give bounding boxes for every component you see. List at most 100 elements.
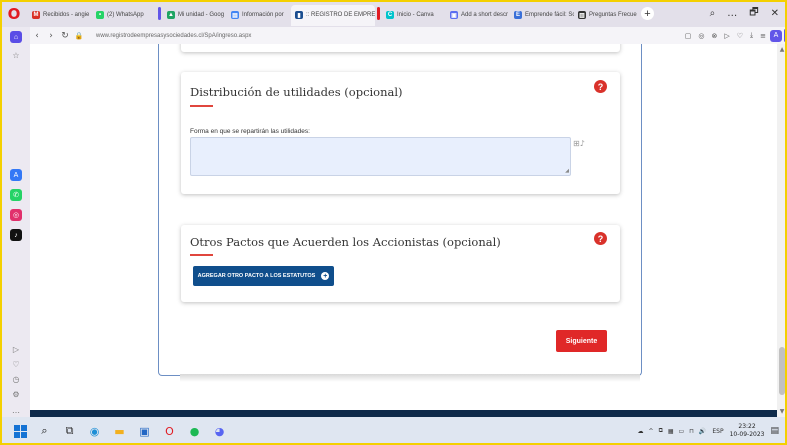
clock[interactable]: 23:22 10-09-2023 — [730, 423, 765, 439]
wifi-icon[interactable]: ⊓ — [689, 428, 694, 435]
pacts-card: Otros Pactos que Acuerden los Accionista… — [181, 225, 620, 302]
tab-list: M Recibidos - angie • (2) WhatsApp ▲ Mi unida… — [28, 0, 638, 27]
tab-menu-icon[interactable]: … — [727, 8, 737, 19]
display-icon[interactable]: ⧉ — [659, 427, 663, 435]
pacts-title: Otros Pactos que Acuerden los Accionista… — [190, 235, 501, 249]
adblock-icon[interactable]: ⊗ — [711, 32, 717, 40]
form-container: Distribución de utilidades (opcional) ? … — [158, 44, 642, 376]
file-explorer-icon[interactable]: ▬ — [112, 424, 127, 439]
edge-icon[interactable]: ◉ — [87, 424, 102, 439]
store-icon[interactable]: ▣ — [137, 424, 152, 439]
tab-favicon-icon: • — [96, 11, 104, 19]
whatsapp-icon[interactable]: ✆ — [10, 189, 22, 201]
new-tab-button[interactable]: + — [641, 7, 654, 20]
download-icon[interactable]: ⤓ — [750, 31, 753, 40]
opera-logo-icon[interactable]: O — [0, 0, 28, 27]
browser-tab-strip: O M Recibidos - angie • (2) WhatsApp ▲ Mi uni… — [0, 0, 787, 27]
browser-tab[interactable]: • (2) WhatsApp — [92, 5, 156, 26]
help-icon[interactable]: ? — [594, 232, 607, 245]
scroll-up-icon[interactable]: ▲ — [778, 46, 786, 53]
next-button[interactable]: Siguiente — [556, 330, 607, 352]
player-icon[interactable]: ▷ — [11, 345, 21, 355]
home-icon[interactable]: ⌂ — [10, 31, 22, 43]
tab-favicon-icon: ▮ — [295, 11, 303, 19]
discord-icon[interactable]: ◕ — [212, 424, 227, 439]
page-footer-band — [30, 410, 777, 417]
url-field[interactable]: www.registrodeempresasysociedades.cl/SpA… — [96, 33, 251, 39]
scroll-down-icon[interactable]: ▼ — [778, 408, 786, 415]
lock-icon: 🔒 — [74, 31, 84, 40]
heart-icon[interactable]: ♡ — [737, 32, 743, 40]
browser-tab[interactable]: ▮:: REGISTRO DE EMPRESA — [291, 4, 375, 26]
container-shadow — [180, 374, 640, 382]
play-icon[interactable]: ▷ — [724, 32, 729, 40]
history-icon[interactable]: ◷ — [11, 375, 21, 385]
instagram-icon[interactable]: ◎ — [10, 209, 22, 221]
camera-icon[interactable]: ◎ — [698, 32, 704, 40]
easy-setup-icon[interactable]: ≡ — [760, 32, 766, 40]
volume-icon[interactable]: 🔊 — [699, 428, 706, 435]
tab-label: Emprende fácil: Sc — [525, 12, 574, 18]
distribution-textarea[interactable]: ◢ — [190, 137, 571, 176]
tray-icons: ☁ ^ ⧉ ▦ ▭ ⊓ 🔊 — [638, 427, 707, 435]
star-icon[interactable]: ☆ — [11, 51, 21, 61]
tab-label: Preguntas Frecue — [589, 12, 637, 18]
notification-icon[interactable]: ▤ — [770, 426, 779, 436]
cloud-icon[interactable]: ☁ — [638, 428, 644, 435]
tab-label: Inicio - Canva — [397, 12, 434, 18]
browser-tab[interactable]: ▣ Add a short descr — [446, 5, 510, 26]
browser-tab[interactable]: ▲ Mi unidad - Goog — [163, 5, 227, 26]
opera-sidebar: ⌂ ☆ A ✆ ◎ ♪ ▷ ♡ ◷ ⚙ … — [0, 27, 30, 417]
tab-label: :: REGISTRO DE EMPRESA — [306, 12, 375, 18]
tiktok-icon[interactable]: ♪ — [10, 229, 22, 241]
scroll-thumb[interactable] — [779, 347, 785, 395]
add-pact-button[interactable]: AGREGAR OTRO PACTO A LOS ESTATUTOS + — [193, 266, 334, 286]
title-underline — [190, 254, 213, 256]
resize-grip-icon[interactable]: ◢ — [565, 168, 569, 174]
tab-favicon-icon: M — [32, 11, 40, 19]
tab-label: Add a short descr — [461, 12, 509, 18]
tab-label: Mi unidad - Goog — [178, 12, 225, 18]
tab-favicon-icon: ▥ — [578, 11, 586, 19]
chevron-up-icon[interactable]: ^ — [649, 428, 654, 435]
browser-tab[interactable]: E Emprende fácil: Sc — [510, 5, 574, 26]
app-store-icon[interactable]: A — [10, 169, 22, 181]
back-icon[interactable]: ‹ — [30, 31, 44, 41]
text-assistant-icon[interactable]: ⊞♪ — [573, 139, 585, 148]
browser-tab[interactable]: C Inicio - Canva — [382, 5, 446, 26]
language-indicator[interactable]: ESP — [712, 428, 723, 435]
title-underline — [190, 105, 213, 107]
tab-favicon-icon: E — [514, 11, 522, 19]
browser-tab[interactable]: ▥ Preguntas Frecue — [574, 5, 638, 26]
reload-icon[interactable]: ↻ — [58, 31, 72, 41]
tab-group-marker — [377, 7, 380, 20]
browser-tab[interactable]: M Recibidos - angie — [28, 5, 92, 26]
help-icon[interactable]: ? — [594, 80, 607, 93]
clock-date: 10-09-2023 — [729, 431, 765, 438]
search-icon[interactable]: ⌕ — [37, 424, 52, 439]
snapshot-icon[interactable]: ▢ — [685, 32, 692, 40]
taskbar-apps: ⌕ ⧉ ◉ ▬ ▣ O ● ◕ — [27, 424, 227, 439]
heart-icon[interactable]: ♡ — [11, 360, 21, 370]
page-scrollbar[interactable]: ▲ ▼ — [777, 44, 787, 417]
restore-icon[interactable]: 🗗 — [749, 5, 758, 22]
windows-start-icon[interactable] — [14, 424, 27, 438]
opera-icon[interactable]: O — [162, 424, 177, 439]
window-controls: ⌕ … 🗗 ✕ — [710, 5, 787, 22]
extension-icon[interactable]: A — [770, 29, 782, 42]
battery-icon[interactable]: ▭ — [679, 428, 685, 435]
browser-tab[interactable]: ▤ Información por — [227, 5, 291, 26]
distribution-title: Distribución de utilidades (opcional) — [190, 85, 403, 99]
tab-favicon-icon: ▲ — [167, 11, 175, 19]
tab-favicon-icon: ▣ — [450, 11, 458, 19]
previous-card-bottom — [181, 44, 620, 52]
forward-icon[interactable]: › — [44, 31, 58, 41]
spotify-icon[interactable]: ● — [187, 424, 202, 439]
keyboard-icon[interactable]: ▦ — [668, 428, 674, 435]
search-tabs-icon[interactable]: ⌕ — [710, 8, 716, 19]
more-icon[interactable]: … — [11, 406, 21, 416]
close-icon[interactable]: ✕ — [771, 8, 779, 19]
windows-taskbar: ⌕ ⧉ ◉ ▬ ▣ O ● ◕ ☁ ^ ⧉ ▦ ▭ ⊓ 🔊 ESP 23:22 10-09-2023 ▤ — [0, 417, 787, 445]
settings-icon[interactable]: ⚙ — [11, 390, 21, 400]
task-view-icon[interactable]: ⧉ — [62, 424, 77, 439]
